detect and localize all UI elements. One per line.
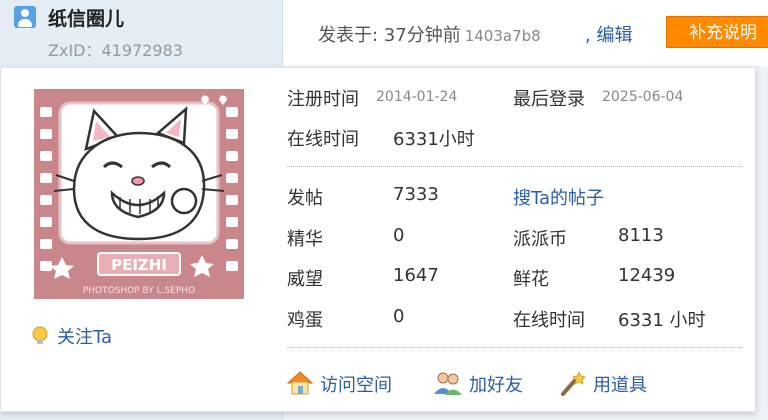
post-hash: 1403a7b8 <box>464 27 541 45</box>
edit-link[interactable]: , 编辑 <box>585 21 632 47</box>
coins-value: 8113 <box>618 225 664 246</box>
user-profile-card: PEIZHI PHOTOSHOP BY L.SEPHO 关注Ta 注册时间 20… <box>0 67 756 412</box>
search-posts-link[interactable]: 搜Ta的帖子 <box>513 184 604 210</box>
add-friend-button[interactable]: 加好友 <box>433 370 523 397</box>
follow-label: 关注Ta <box>57 327 113 348</box>
username[interactable]: 纸信圈儿 <box>48 4 124 31</box>
coins-label: 派派币 <box>513 229 567 250</box>
eggs-label: 鸡蛋 <box>287 310 323 331</box>
use-item-button[interactable]: 用道具 <box>559 370 647 397</box>
prestige-label: 威望 <box>287 269 323 290</box>
visit-space-button[interactable]: 访问空间 <box>286 370 392 397</box>
last-login-value: 2025-06-04 <box>602 89 684 105</box>
posts-label: 发帖 <box>287 188 323 209</box>
prestige-value: 1647 <box>393 265 439 286</box>
online-time-value: 6331 小时 <box>618 310 706 331</box>
online-time-label: 在线时间 <box>513 310 585 331</box>
magic-wand-icon <box>561 371 586 396</box>
divider <box>287 347 742 348</box>
essence-value: 0 <box>393 225 405 246</box>
reg-value: 2014-01-24 <box>376 89 458 105</box>
home-icon <box>286 371 314 395</box>
online-label: 在线时间 <box>287 129 359 150</box>
last-login-label: 最后登录 <box>513 89 585 110</box>
online-value: 6331小时 <box>393 129 475 150</box>
post-time: 发表于: 37分钟前 1403a7b8 <box>318 21 541 47</box>
divider <box>287 166 742 167</box>
flowers-value: 12439 <box>618 265 676 286</box>
eggs-value: 0 <box>393 306 405 327</box>
bulb-icon <box>32 326 48 344</box>
visit-space-label: 访问空间 <box>320 375 392 396</box>
supplement-button[interactable]: 补充说明 <box>666 16 768 48</box>
user-id: ZxID：41972983 <box>48 41 183 60</box>
follow-button[interactable]: 关注Ta <box>31 323 112 349</box>
friends-icon <box>434 372 462 395</box>
essence-label: 精华 <box>287 229 323 250</box>
add-friend-label: 加好友 <box>469 375 523 396</box>
posted-label: 发表于: 37分钟前 <box>318 25 461 46</box>
flowers-label: 鲜花 <box>513 269 549 290</box>
reg-label: 注册时间 <box>287 89 359 110</box>
avatar-credit: PHOTOSHOP BY L.SEPHO <box>83 286 195 296</box>
posts-value: 7333 <box>393 184 439 205</box>
avatar-caption: PEIZHI <box>111 256 167 274</box>
use-item-label: 用道具 <box>593 375 647 396</box>
avatar[interactable]: PEIZHI PHOTOSHOP BY L.SEPHO <box>34 89 244 299</box>
user-icon <box>14 6 36 28</box>
